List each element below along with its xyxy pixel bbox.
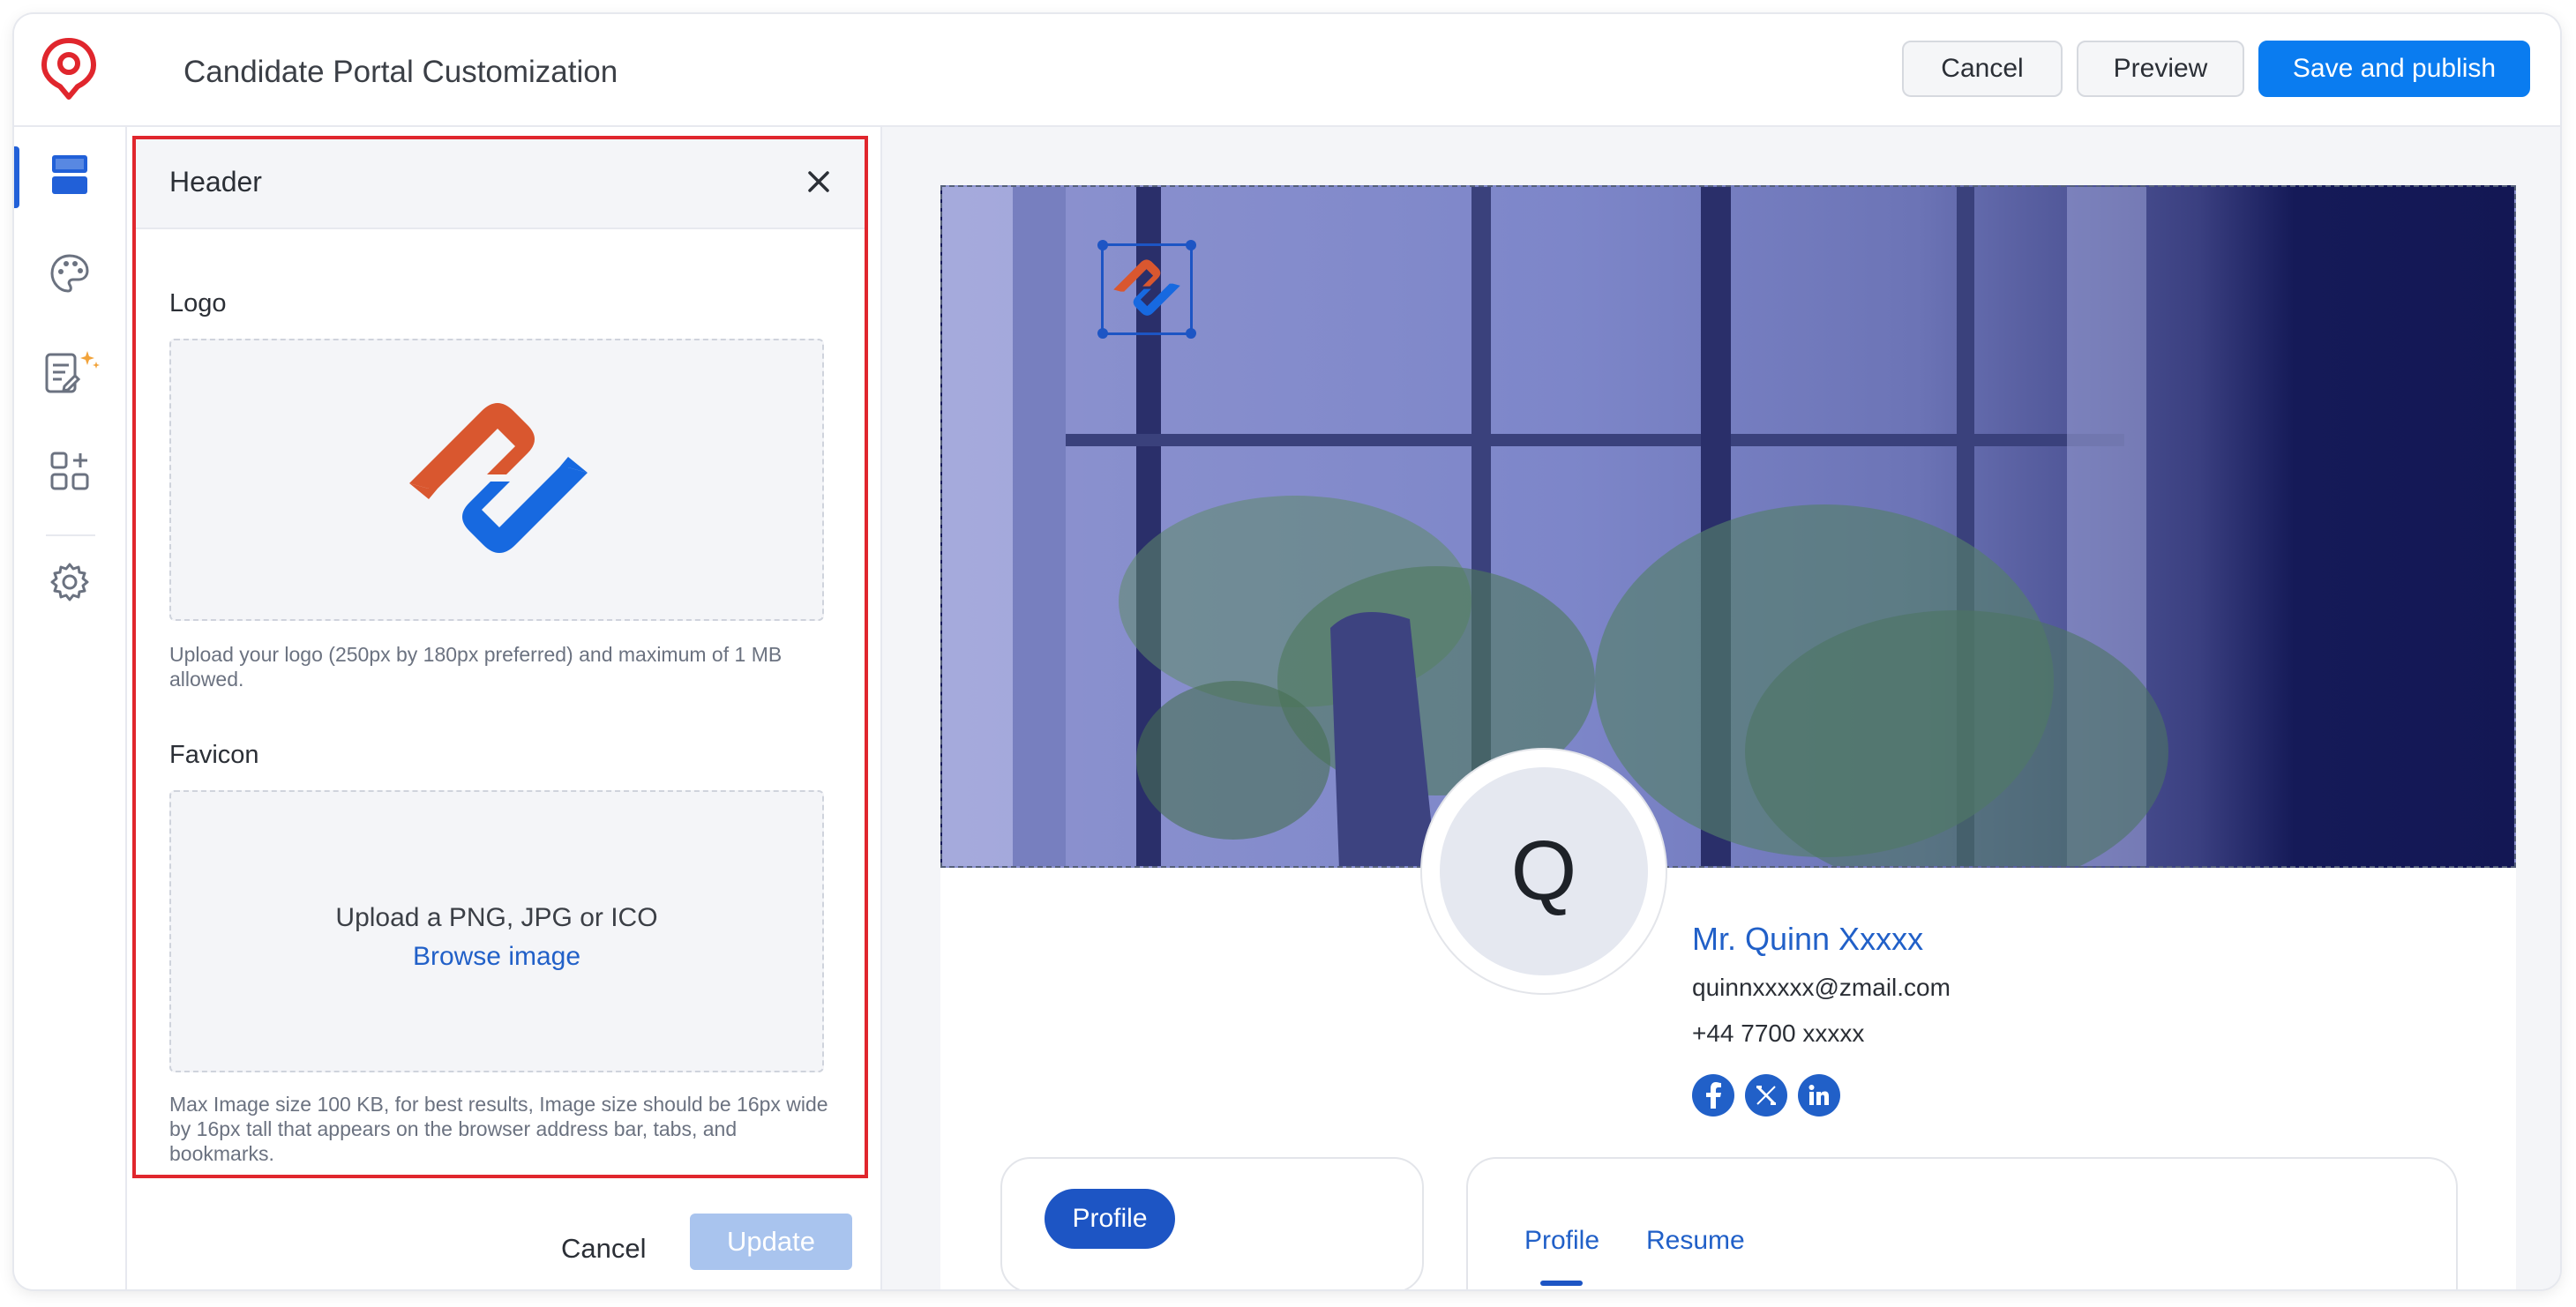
linkedin-icon[interactable]: [1798, 1074, 1840, 1117]
left-nav-card: Profile: [1000, 1157, 1424, 1289]
rail-item-layout[interactable]: [14, 139, 125, 213]
resize-handle[interactable]: [1097, 328, 1108, 339]
app-window: Candidate Portal Customization Cancel Pr…: [14, 14, 2560, 1289]
top-bar: Candidate Portal Customization Cancel Pr…: [14, 14, 2560, 127]
active-tab-indicator: [1540, 1281, 1583, 1286]
candidate-phone: +44 7700 xxxxx: [1692, 1019, 1865, 1047]
favicon-label: Favicon: [169, 741, 259, 769]
company-logo-image: [409, 403, 588, 553]
resize-handle[interactable]: [1097, 240, 1108, 250]
browse-image-link[interactable]: Browse image: [171, 942, 822, 972]
logo-hint: Upload your logo (250px by 180px preferr…: [169, 643, 783, 691]
rail-divider: [46, 534, 95, 536]
candidate-email: quinnxxxxx@zmail.com: [1692, 974, 1951, 1001]
ai-form-icon: [38, 347, 101, 401]
palette-icon: [49, 252, 91, 299]
recruit-logo-icon[interactable]: [37, 35, 101, 102]
save-and-publish-button[interactable]: Save and publish: [2258, 41, 2530, 97]
favicon-upload-text: Upload a PNG, JPG or ICO: [335, 903, 658, 932]
cancel-button[interactable]: Cancel: [1902, 41, 2063, 97]
portal-preview: Q Mr. Quinn Xxxxx quinnxxxxx@zmail.com +…: [882, 127, 2560, 1289]
banner-logo: [1113, 259, 1180, 316]
avatar[interactable]: Q: [1422, 750, 1666, 993]
panel-header: Header: [136, 138, 868, 229]
resize-handle[interactable]: [1186, 240, 1196, 250]
header-settings-panel: Header Logo Upload your logo (250px by 1…: [127, 127, 882, 1289]
rail-item-forms[interactable]: [14, 337, 125, 411]
tabs-card: Profile Resume: [1466, 1157, 2458, 1289]
close-icon[interactable]: [801, 164, 836, 199]
layout-sections-icon: [50, 153, 89, 200]
panel-cancel-button[interactable]: Cancel: [561, 1233, 647, 1265]
tab-resume[interactable]: Resume: [1646, 1226, 1745, 1256]
rail-item-widgets[interactable]: [14, 436, 125, 510]
panel-title: Header: [169, 166, 262, 198]
resize-handle[interactable]: [1186, 328, 1196, 339]
update-button[interactable]: Update: [690, 1214, 852, 1270]
header-banner-image[interactable]: [940, 185, 2516, 868]
logo-dropzone[interactable]: [169, 339, 824, 621]
tab-profile[interactable]: Profile: [1524, 1226, 1599, 1256]
banner-logo-selection[interactable]: [1097, 240, 1196, 339]
x-icon[interactable]: [1745, 1074, 1787, 1117]
rail-item-theme[interactable]: [14, 238, 125, 312]
page-title: Candidate Portal Customization: [183, 55, 618, 89]
preview-button[interactable]: Preview: [2077, 41, 2244, 97]
rail-item-settings[interactable]: [14, 547, 125, 621]
favicon-hint: Max Image size 100 KB, for best results,…: [169, 1093, 828, 1165]
add-widget-icon: [49, 450, 91, 497]
side-rail: [14, 127, 127, 1289]
profile-pill-button[interactable]: Profile: [1045, 1189, 1175, 1249]
gear-icon: [49, 561, 91, 608]
candidate-name: Mr. Quinn Xxxxx: [1692, 921, 1924, 957]
favicon-dropzone[interactable]: Upload a PNG, JPG or ICO Browse image: [169, 790, 824, 1072]
facebook-icon[interactable]: [1692, 1074, 1734, 1117]
logo-label: Logo: [169, 289, 227, 317]
avatar-initial: Q: [1440, 767, 1648, 975]
